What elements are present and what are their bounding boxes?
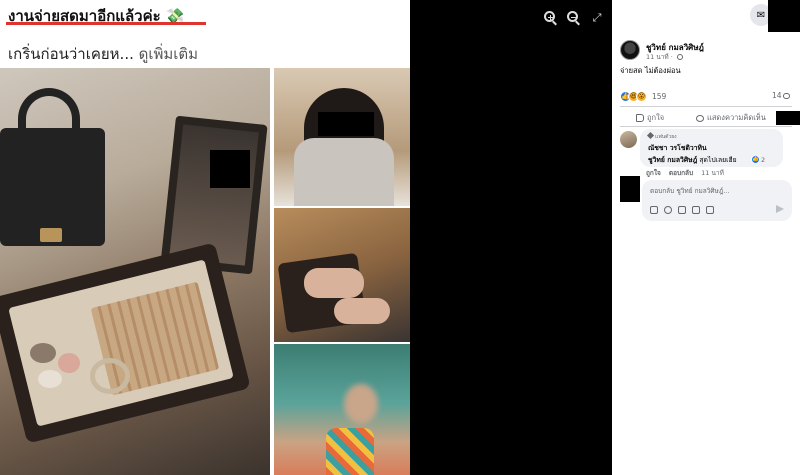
redacted-block: [776, 111, 800, 125]
zoom-in-icon[interactable]: [544, 11, 557, 26]
comment-count-text: 14: [772, 91, 782, 100]
hand: [304, 268, 364, 298]
photo-swimsuit[interactable]: [274, 344, 410, 475]
thumbs-up-icon: [636, 114, 644, 122]
chip: [58, 353, 80, 373]
photo-portrait[interactable]: [274, 68, 410, 206]
comment-reply-link[interactable]: ตอบกลับ: [669, 168, 693, 178]
top-bar: ✉ ●: [612, 0, 800, 32]
divider: [620, 126, 792, 127]
emoji-icon[interactable]: [664, 206, 672, 214]
blurred-face: [344, 384, 378, 424]
comment-bubble-icon: [782, 93, 790, 99]
hand: [334, 298, 390, 324]
divider: [620, 106, 792, 107]
photo-hands-tray[interactable]: [274, 208, 410, 342]
post-caption-header: งานจ่ายสดมาอีกแล้วค่ะ 💸 เกริ่นก่อนว่าเคย…: [0, 0, 410, 68]
speech-bubble-icon: [696, 114, 704, 122]
screenshot-root: งานจ่ายสดมาอีกแล้วค่ะ 💸 เกริ่นก่อนว่าเคย…: [0, 0, 800, 475]
like-button[interactable]: ถูกใจ: [636, 112, 664, 124]
commenter-name[interactable]: ณัชชา วรโชติวาทิน: [648, 142, 707, 153]
top-fan-badge: แฟนตัวยง: [646, 131, 677, 141]
comment-button-label: แสดงความคิดเห็น: [707, 113, 766, 122]
reaction-count: 159: [652, 92, 667, 101]
see-more-link[interactable]: ดูเพิ่มเติม: [134, 45, 198, 63]
censor-bar: [318, 112, 374, 136]
reply-input[interactable]: ตอบกลับ ชูวิทย์ กมลวิศิษฎ์...: [642, 180, 792, 221]
sticker-icon[interactable]: [650, 206, 658, 214]
comment-like-count: 2: [761, 155, 766, 164]
handbag-handle: [18, 88, 80, 138]
top-fan-badge-text: แฟนตัวยง: [655, 134, 677, 140]
post-timestamp: 11 นาที ·: [646, 52, 683, 62]
diamond-icon: [646, 131, 655, 140]
chip: [38, 370, 62, 388]
send-icon[interactable]: [776, 205, 784, 213]
mirror-reflection: [169, 124, 259, 266]
zoom-out-handle: [575, 20, 580, 26]
person-coat: [294, 138, 394, 206]
post-text: จ่ายสด ไม่ต้องผ่อน: [620, 66, 681, 75]
messenger-icon: ✉: [756, 9, 766, 21]
comment-mention[interactable]: ชูวิทย์ กมลวิศิษฎ์: [648, 156, 697, 164]
zoom-in-handle: [552, 20, 557, 26]
comment-body: สุดไปเลยเฮีย: [697, 156, 737, 164]
post-subline-text: เกริ่นก่อนว่าเคยห...: [8, 45, 134, 63]
handbag: [0, 128, 105, 246]
like-button-label: ถูกใจ: [647, 113, 665, 122]
comment-button[interactable]: แสดงความคิดเห็น: [696, 112, 766, 124]
swimsuit: [326, 428, 374, 475]
wow-reaction-icon: 😮: [636, 91, 647, 102]
chip: [30, 343, 56, 363]
comment-like-link[interactable]: ถูกใจ: [646, 168, 661, 178]
comment-text: ชูวิทย์ กมลวิศิษฎ์ สุดไปเลยเฮีย: [648, 154, 737, 165]
comment-count[interactable]: 14: [772, 91, 790, 100]
author-avatar[interactable]: [620, 40, 640, 60]
watch: [90, 358, 130, 394]
post-image[interactable]: งานจ่ายสดมาอีกแล้วค่ะ 💸 เกริ่นก่อนว่าเคย…: [0, 0, 410, 475]
reaction-summary[interactable]: 👍 😆 😮 159: [620, 91, 666, 102]
post-subline: เกริ่นก่อนว่าเคยห... ดูเพิ่มเติม: [8, 42, 198, 66]
bag-lock: [40, 228, 62, 242]
reply-toolbar: [650, 206, 714, 214]
reply-placeholder: ตอบกลับ ชูวิทย์ กมลวิศิษฎ์...: [650, 187, 730, 195]
censor-bar: [210, 150, 250, 188]
viewer-toolbar: ⤢: [544, 11, 604, 26]
commenter-avatar[interactable]: [620, 131, 637, 148]
like-reaction-icon: 👍: [751, 155, 760, 164]
comment-actions: ถูกใจ ตอบกลับ 11 นาที: [646, 168, 724, 178]
comment-reaction-badge[interactable]: 👍 2: [751, 155, 765, 164]
redacted-avatar: [620, 176, 640, 202]
avatar-sticker-icon[interactable]: [706, 206, 714, 214]
zoom-out-icon[interactable]: [567, 11, 580, 26]
headline-underline: [6, 22, 206, 25]
expand-icon[interactable]: ⤢: [590, 11, 604, 25]
post-sidebar: ✉ ● ชูวิทย์ กมลวิศิษฎ์ 11 นาที · จ่ายสด …: [612, 0, 800, 475]
camera-icon[interactable]: [678, 206, 686, 214]
gif-icon[interactable]: [692, 206, 700, 214]
redacted-block: [768, 0, 800, 32]
photo-luxury-tray[interactable]: [0, 68, 270, 475]
post-time-text: 11 นาที ·: [646, 53, 675, 61]
comment-time: 11 นาที: [701, 169, 724, 177]
photo-viewer-backdrop: ⤢: [410, 0, 612, 475]
globe-icon: [676, 54, 683, 60]
